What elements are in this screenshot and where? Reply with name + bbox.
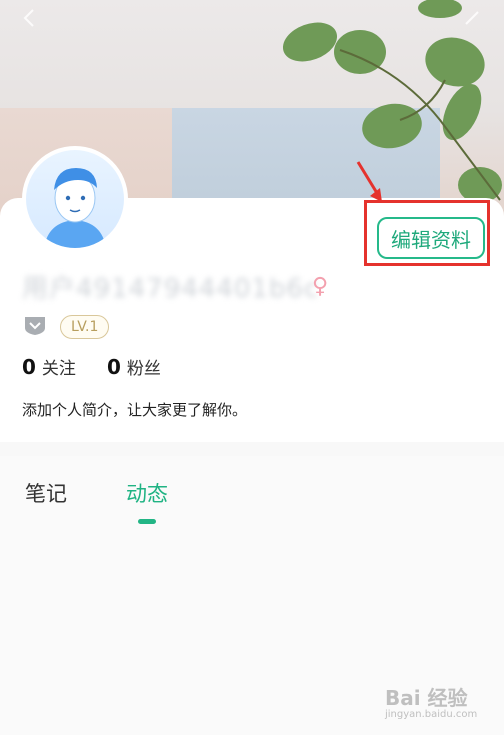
share-icon[interactable] — [460, 6, 484, 30]
level-badge[interactable]: LV.1 — [60, 315, 110, 339]
shield-badge-icon[interactable] — [24, 316, 46, 336]
annotation-arrow-icon — [356, 161, 382, 202]
avatar-image — [26, 150, 124, 248]
female-icon: ♀ — [312, 274, 329, 299]
bio-text[interactable]: 添加个人简介，让大家更了解你。 — [22, 399, 247, 420]
active-tab-indicator — [138, 519, 156, 524]
followers-count: 0 — [107, 355, 121, 379]
edit-profile-button[interactable]: 编辑资料 — [377, 217, 485, 259]
following-label: 关注 — [41, 359, 76, 379]
followers-label: 粉丝 — [126, 359, 161, 379]
following-stat[interactable]: 0 关注 — [22, 354, 76, 379]
watermark-brand: Bai 经验 — [385, 686, 468, 710]
watermark-url: jingyan.baidu.com — [385, 709, 478, 720]
following-count: 0 — [22, 355, 36, 379]
avatar[interactable] — [22, 146, 128, 252]
tab-dynamic[interactable]: 动态 — [126, 478, 168, 508]
tab-notes[interactable]: 笔记 — [25, 478, 67, 508]
chevron-left-icon[interactable] — [18, 6, 42, 30]
username: 用户49147944401b6c — [22, 274, 320, 304]
followers-stat[interactable]: 0 粉丝 — [107, 354, 161, 379]
watermark: Bai 经验 jingyan.baidu.com — [385, 682, 497, 722]
avatar-illustration — [44, 168, 106, 248]
